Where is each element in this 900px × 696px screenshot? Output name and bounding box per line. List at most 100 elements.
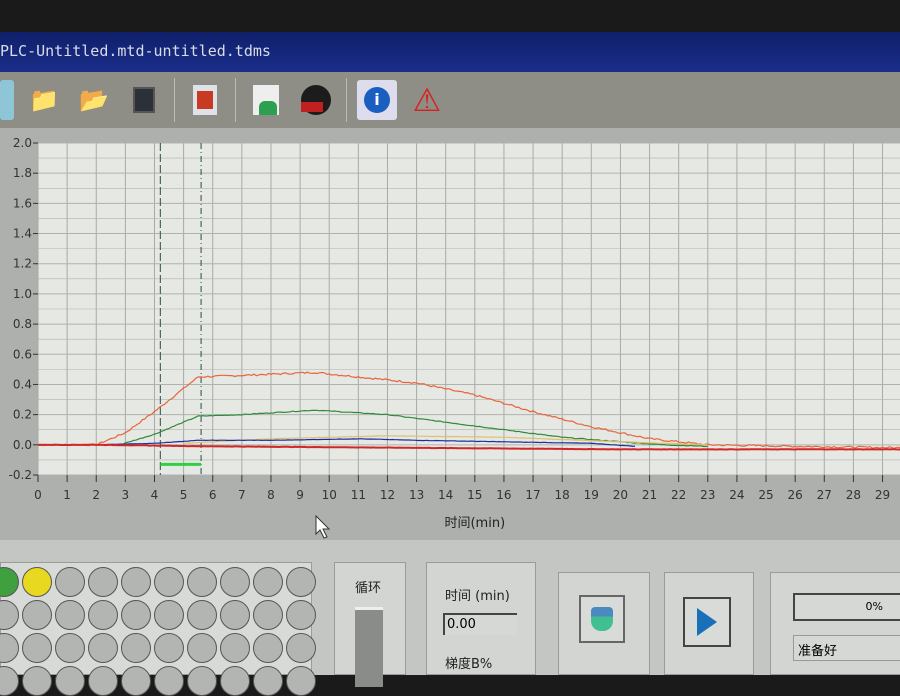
record-icon[interactable]	[296, 80, 336, 120]
x-tick-label: 29	[875, 488, 890, 502]
cycle-bar	[355, 607, 383, 687]
y-tick-label: 1.2	[13, 257, 32, 271]
x-axis-label: 时间(min)	[444, 516, 505, 531]
x-tick-label: 10	[322, 488, 337, 502]
sample-well[interactable]	[121, 666, 151, 696]
sample-well[interactable]	[220, 600, 250, 630]
sample-well[interactable]	[253, 633, 283, 663]
sample-well[interactable]	[22, 600, 52, 630]
sample-well[interactable]	[187, 666, 217, 696]
purge-panel	[558, 572, 650, 675]
sample-well[interactable]	[286, 600, 316, 630]
sample-well[interactable]	[55, 633, 85, 663]
y-tick-label: 0.2	[13, 408, 32, 422]
run-button[interactable]	[683, 597, 731, 647]
warning-icon[interactable]: ⚠	[407, 80, 447, 120]
sample-well[interactable]	[0, 666, 19, 696]
sample-well[interactable]	[220, 633, 250, 663]
sample-well[interactable]	[55, 666, 85, 696]
cycle-label: 循环	[355, 581, 382, 596]
sample-well[interactable]	[121, 600, 151, 630]
progress-text: 0%	[865, 600, 883, 613]
sample-well[interactable]	[88, 567, 118, 597]
x-tick-label: 2	[92, 488, 100, 502]
instrument-icon[interactable]	[246, 80, 286, 120]
x-tick-label: 15	[467, 488, 482, 502]
sample-well[interactable]	[0, 633, 19, 663]
sample-well[interactable]	[187, 567, 217, 597]
status-field: 准备好	[793, 635, 900, 661]
toolbar-separator	[346, 78, 347, 122]
toolbar-separator	[174, 78, 175, 122]
sample-well[interactable]	[121, 633, 151, 663]
sample-well[interactable]	[253, 666, 283, 696]
window-title: PLC-Untitled.mtd-untitled.tdms	[0, 42, 271, 60]
chromatogram-panel: 2.0 1.8 1.6 1.4 1.2 1.0 0.8 0.6 0.4 0.2 0.0 -0.2 0 1 2…	[0, 128, 900, 540]
sample-well[interactable]	[286, 633, 316, 663]
report-icon[interactable]	[185, 80, 225, 120]
info-icon[interactable]: i	[357, 80, 397, 120]
window-title-bar: PLC-Untitled.mtd-untitled.tdms	[0, 32, 900, 72]
x-tick-label: 22	[671, 488, 686, 502]
gradient-label: 梯度B%	[445, 657, 493, 672]
x-tick-label: 16	[496, 488, 511, 502]
play-icon	[697, 608, 717, 636]
y-tick-label: 2.0	[13, 136, 32, 150]
toolbar-separator	[235, 78, 236, 122]
x-tick-label: 13	[409, 488, 424, 502]
x-tick-label: 6	[209, 488, 217, 502]
sample-well[interactable]	[22, 567, 52, 597]
purge-button[interactable]	[579, 595, 625, 643]
x-tick-label: 14	[438, 488, 453, 502]
status-panel: 0% 准备好	[770, 572, 900, 675]
x-tick-label: 9	[296, 488, 304, 502]
progress-bar: 0%	[793, 593, 900, 621]
x-tick-label: 24	[729, 488, 744, 502]
sample-well[interactable]	[154, 600, 184, 630]
sample-well[interactable]	[220, 567, 250, 597]
x-tick-label: 5	[180, 488, 188, 502]
sample-well[interactable]	[121, 567, 151, 597]
sample-well[interactable]	[88, 600, 118, 630]
x-tick-label: 21	[642, 488, 657, 502]
new-file-icon[interactable]	[0, 80, 14, 120]
sample-well[interactable]	[22, 633, 52, 663]
sample-well[interactable]	[154, 666, 184, 696]
sample-well[interactable]	[55, 600, 85, 630]
control-panel: 循环 时间 (min) 0.00 梯度B% 0% 准备好	[0, 540, 900, 696]
sample-well[interactable]	[55, 567, 85, 597]
sample-well[interactable]	[253, 567, 283, 597]
chromatogram-chart: 2.01.81.61.41.21.00.80.60.40.20.0-0.20 1 2…	[9, 136, 900, 539]
sample-well[interactable]	[0, 567, 19, 597]
save-icon[interactable]	[124, 80, 164, 120]
x-tick-label: 23	[700, 488, 715, 502]
x-tick-label: 1	[63, 488, 71, 502]
sample-well[interactable]	[88, 633, 118, 663]
sample-well[interactable]	[253, 600, 283, 630]
y-tick-label: 1.0	[13, 287, 32, 301]
flask-icon	[591, 607, 613, 631]
x-tick-label: 8	[267, 488, 275, 502]
sample-well[interactable]	[286, 567, 316, 597]
sample-well[interactable]	[154, 567, 184, 597]
sample-well[interactable]	[88, 666, 118, 696]
sample-well[interactable]	[22, 666, 52, 696]
sample-well[interactable]	[286, 666, 316, 696]
mouse-cursor-icon	[315, 514, 331, 539]
x-tick-label: 7	[238, 488, 246, 502]
sample-well[interactable]	[154, 633, 184, 663]
sample-well[interactable]	[187, 600, 217, 630]
open-method-icon[interactable]: 📂	[74, 80, 114, 120]
sample-well[interactable]	[187, 633, 217, 663]
x-tick-label: 11	[351, 488, 366, 502]
toolbar: 📁 📂 i ⚠	[0, 72, 900, 128]
x-tick-label: 27	[817, 488, 832, 502]
y-tick-label: 0.8	[13, 317, 32, 331]
open-folder-icon[interactable]: 📁	[24, 80, 64, 120]
sample-well[interactable]	[220, 666, 250, 696]
time-input[interactable]: 0.00	[443, 613, 517, 635]
y-tick-label: 1.4	[13, 227, 32, 241]
y-tick-label: -0.2	[9, 468, 32, 482]
sample-well[interactable]	[0, 600, 19, 630]
x-tick-label: 4	[151, 488, 159, 502]
